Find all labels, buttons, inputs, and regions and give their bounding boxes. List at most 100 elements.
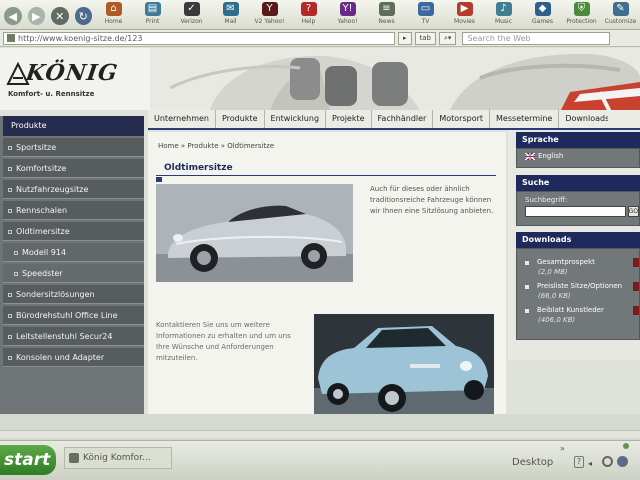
leftnav-item-7[interactable]: Sondersitzlösungen bbox=[3, 285, 144, 304]
back-arrow-icon[interactable]: ◀ bbox=[4, 7, 22, 25]
bullet-icon bbox=[8, 208, 12, 213]
toolbar-button-label: Customize bbox=[604, 18, 637, 25]
tray-network-icon[interactable] bbox=[617, 456, 628, 467]
taskbar-browser-window[interactable]: König Komfor... bbox=[64, 447, 172, 469]
download-size: (66,0 KB) bbox=[538, 292, 571, 300]
verizon-icon: ✓ bbox=[183, 2, 200, 16]
leftnav-item-4[interactable]: Oldtimersitze bbox=[3, 222, 144, 241]
topnav-item-2[interactable]: Entwicklung bbox=[265, 110, 327, 128]
tab-button[interactable]: tab bbox=[414, 31, 436, 45]
download-title[interactable]: Gesamtprospekt bbox=[537, 258, 595, 266]
toolbar-button-label: Help bbox=[301, 18, 316, 25]
refresh-icon[interactable]: ↻ bbox=[74, 7, 92, 25]
web-search-input[interactable]: Search the Web bbox=[462, 31, 611, 45]
main-content: Home » Produkte » Oldtimersitze Oldtimer… bbox=[148, 132, 506, 432]
bullet-icon bbox=[14, 271, 18, 276]
topnav-item-5[interactable]: Motorsport bbox=[433, 110, 491, 128]
leftnav-item-9[interactable]: Leitstellenstuhl Secur24 bbox=[3, 327, 144, 346]
leftnav-item-0[interactable]: Sportsitze bbox=[3, 138, 144, 157]
koenig-logo[interactable]: KÖNIG Komfort- u. Rennsitze bbox=[6, 54, 146, 104]
leftnav-item-1[interactable]: Komfortsitze bbox=[3, 159, 144, 178]
toolbar-button-label: Yahoo! bbox=[337, 18, 358, 25]
leftnav-item-6[interactable]: Speedster bbox=[3, 264, 144, 283]
toolbar-button-yahoo-[interactable]: Y! Yahoo! bbox=[328, 0, 367, 28]
notification-dot-icon bbox=[623, 443, 629, 449]
search-row: GO bbox=[517, 204, 639, 217]
address-bar: http://www.koenig-sitze.de/123 ▸ tab ⌕▾ … bbox=[0, 30, 640, 47]
breadcrumb[interactable]: Home » Produkte » Oldtimersitze bbox=[158, 142, 274, 150]
toolbar-button-protection[interactable]: ⛨ Protection bbox=[562, 0, 601, 28]
site-header: KÖNIG Komfort- u. Rennsitze bbox=[0, 48, 640, 110]
leftnav-item-2[interactable]: Nutzfahrzeugsitze bbox=[3, 180, 144, 199]
start-button[interactable]: start bbox=[0, 445, 56, 475]
tray-expand-icon[interactable]: ◂ bbox=[588, 459, 592, 468]
help-tray-icon[interactable]: ? bbox=[574, 456, 584, 468]
toolbar-button-help[interactable]: ? Help bbox=[289, 0, 328, 28]
toolbar-button-mail[interactable]: ✉ Mail bbox=[211, 0, 250, 28]
tray-status-icon[interactable] bbox=[602, 456, 613, 467]
news-icon: ≡ bbox=[378, 2, 395, 16]
leftnav-item-8[interactable]: Bürodrehstuhl Office Line bbox=[3, 306, 144, 325]
bullet-icon bbox=[525, 309, 529, 313]
topnav-item-4[interactable]: Fachhändler bbox=[372, 110, 434, 128]
leftnav-item-10[interactable]: Konsolen und Adapter bbox=[3, 348, 144, 367]
browser-toolbar: ◀ ▶ ✕ ↻ ⌂ Home ▤ Print ✓ Verizon ✉ Mail Y V2 Yaho… bbox=[0, 0, 640, 30]
download-title[interactable]: Beiblatt Kunstleder bbox=[537, 306, 604, 314]
download-size: (2,0 MB) bbox=[538, 268, 568, 276]
bullet-icon bbox=[8, 187, 12, 192]
toolbar-button-tv[interactable]: ▭ TV bbox=[406, 0, 445, 28]
language-option-english[interactable]: English bbox=[517, 149, 639, 160]
toolbar-button-games[interactable]: ◆ Games bbox=[523, 0, 562, 28]
pdf-icon[interactable] bbox=[633, 258, 639, 267]
topnav-item-1[interactable]: Produkte bbox=[216, 110, 265, 128]
site-search-go-button[interactable]: GO bbox=[627, 206, 639, 217]
forward-arrow-icon[interactable]: ▶ bbox=[27, 7, 45, 25]
yahoo-v2-icon: Y bbox=[261, 2, 278, 16]
porsche-914-car-photo bbox=[314, 314, 494, 414]
stop-icon[interactable]: ✕ bbox=[51, 7, 69, 25]
leftnav-item-3[interactable]: Rennschalen bbox=[3, 201, 144, 220]
toolbar-button-print[interactable]: ▤ Print bbox=[133, 0, 172, 28]
topnav-item-3[interactable]: Projekte bbox=[326, 110, 372, 128]
pdf-icon[interactable] bbox=[633, 282, 639, 291]
topnav-item-6[interactable]: Messetermine bbox=[490, 110, 560, 128]
toolbar-button-label: Music bbox=[494, 18, 513, 25]
toolbar-button-v2-yahoo-[interactable]: Y V2 Yahoo! bbox=[250, 0, 289, 28]
downloads-list: Gesamtprospekt (2,0 MB) Preisliste Sitze/O… bbox=[517, 257, 639, 329]
toolbar-button-label: Home bbox=[104, 18, 123, 25]
toolbar-expand-chevron-icon[interactable]: » bbox=[560, 444, 565, 453]
pdf-icon[interactable] bbox=[633, 306, 639, 315]
print-icon: ▤ bbox=[144, 2, 161, 16]
download-title[interactable]: Preisliste Sitze/Optionen bbox=[537, 282, 622, 290]
toolbar-button-verizon[interactable]: ✓ Verizon bbox=[172, 0, 211, 28]
toolbar-button-customize[interactable]: ✎ Customize bbox=[601, 0, 640, 28]
site-search-input[interactable] bbox=[525, 206, 626, 217]
taskbar-window-label: König Komfor... bbox=[83, 453, 151, 463]
uk-flag-icon bbox=[525, 152, 535, 160]
page-icon bbox=[7, 34, 15, 42]
speedster-car-photo bbox=[156, 184, 353, 282]
toolbar-button-label: Print bbox=[145, 18, 160, 25]
download-item[interactable]: Gesamtprospekt (2,0 MB) bbox=[517, 257, 639, 281]
toolbar-button-news[interactable]: ≡ News bbox=[367, 0, 406, 28]
download-item[interactable]: Preisliste Sitze/Optionen (66,0 KB) bbox=[517, 281, 639, 305]
title-marker bbox=[156, 177, 162, 182]
leftnav-heading[interactable]: Produkte bbox=[3, 116, 144, 136]
leftnav-item-label: Speedster bbox=[22, 269, 63, 278]
search-engine-dropdown[interactable]: ⌕▾ bbox=[439, 31, 457, 45]
toolbar-button-movies[interactable]: ▶ Movies bbox=[445, 0, 484, 28]
download-item[interactable]: Beiblatt Kunstleder (406,0 KB) bbox=[517, 305, 639, 329]
toolbar-button-label: TV bbox=[421, 18, 430, 25]
url-field[interactable]: http://www.koenig-sitze.de/123 bbox=[3, 31, 395, 45]
desktop-toolbar-label[interactable]: Desktop bbox=[512, 457, 553, 468]
topnav-item-0[interactable]: Unternehmen bbox=[148, 110, 216, 128]
music-icon: ♪ bbox=[495, 2, 512, 16]
bullet-icon bbox=[8, 229, 12, 234]
go-button[interactable]: ▸ bbox=[398, 31, 412, 45]
toolbar-button-music[interactable]: ♪ Music bbox=[484, 0, 523, 28]
horizontal-scrollbar[interactable] bbox=[0, 430, 640, 438]
toolbar-button-home[interactable]: ⌂ Home bbox=[94, 0, 133, 28]
leftnav-item-5[interactable]: Modell 914 bbox=[3, 243, 144, 262]
toolbar-button-label: News bbox=[378, 18, 395, 25]
language-box-heading: Sprache bbox=[516, 132, 640, 148]
